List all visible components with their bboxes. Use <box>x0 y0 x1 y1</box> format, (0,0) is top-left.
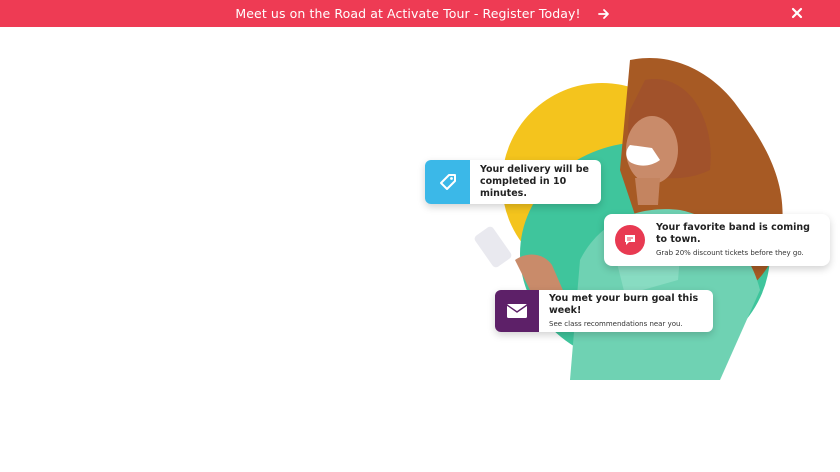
notification-title: Your favorite band is coming to town. <box>656 222 810 245</box>
notification-title: Your delivery will be completed in 10 mi… <box>480 164 589 199</box>
mail-icon-block <box>495 290 539 332</box>
notification-delivery: Your delivery will be completed in 10 mi… <box>425 160 601 204</box>
hero-illustration: Your delivery will be completed in 10 mi… <box>420 50 840 380</box>
notification-title: You met your burn goal this week! <box>549 293 699 316</box>
banner-text: Meet us on the Road at Activate Tour - R… <box>235 6 581 21</box>
promo-banner: Meet us on the Road at Activate Tour - R… <box>0 0 840 27</box>
arrow-right-icon <box>597 7 611 21</box>
banner-link[interactable]: Meet us on the Road at Activate Tour - R… <box>235 6 610 21</box>
tag-icon-block <box>425 160 470 204</box>
mail-icon <box>506 304 528 318</box>
close-icon[interactable] <box>790 6 804 20</box>
tag-icon <box>439 174 456 190</box>
chat-icon <box>625 235 635 245</box>
notification-subtitle: See class recommendations near you. <box>549 320 683 328</box>
notification-burn: You met your burn goal this week! See cl… <box>495 290 713 332</box>
notification-subtitle: Grab 20% discount tickets before they go… <box>656 249 804 257</box>
notification-band: Your favorite band is coming to town. Gr… <box>604 214 830 266</box>
chat-icon-circle <box>615 225 645 255</box>
